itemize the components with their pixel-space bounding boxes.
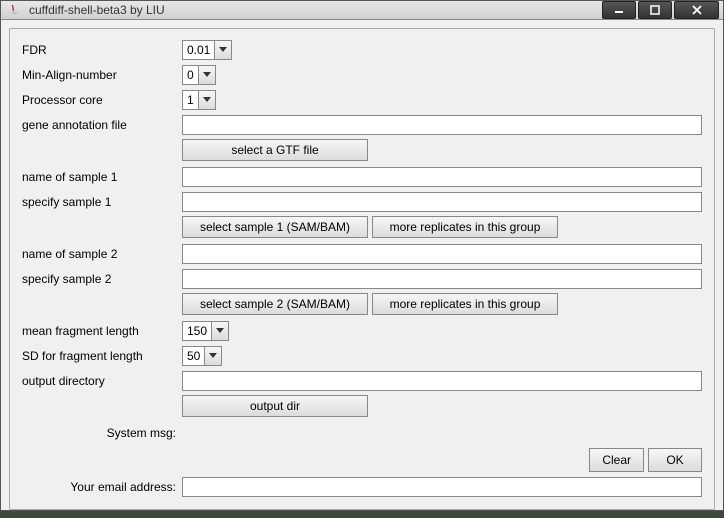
dropdown-icon[interactable] — [211, 321, 229, 341]
dropdown-icon[interactable] — [204, 346, 222, 366]
form-panel: FDR 0.01 Min-Align-number 0 Processor co… — [9, 28, 715, 510]
gtf-input[interactable] — [182, 115, 702, 135]
ok-button[interactable]: OK — [648, 448, 702, 472]
sample1-spec-label: specify sample 1 — [22, 195, 182, 209]
maximize-button[interactable] — [638, 1, 672, 19]
min-align-combo[interactable]: 0 — [182, 65, 216, 85]
dropdown-icon[interactable] — [198, 90, 216, 110]
sample2-name-input[interactable] — [182, 244, 702, 264]
system-msg-label: System msg: — [22, 426, 182, 440]
content-area: FDR 0.01 Min-Align-number 0 Processor co… — [1, 20, 723, 518]
sd-frag-label: SD for fragment length — [22, 349, 182, 363]
sample2-name-label: name of sample 2 — [22, 247, 182, 261]
gtf-label: gene annotation file — [22, 118, 182, 132]
select-gtf-button[interactable]: select a GTF file — [182, 139, 368, 161]
mean-frag-combo[interactable]: 150 — [182, 321, 229, 341]
window-controls — [600, 1, 719, 19]
email-input[interactable] — [182, 477, 702, 497]
close-button[interactable] — [674, 1, 719, 19]
processor-combo[interactable]: 1 — [182, 90, 216, 110]
sample2-spec-label: specify sample 2 — [22, 272, 182, 286]
fdr-combo[interactable]: 0.01 — [182, 40, 232, 60]
more-replicates1-button[interactable]: more replicates in this group — [372, 216, 558, 238]
sample2-spec-input[interactable] — [182, 269, 702, 289]
titlebar[interactable]: cuffdiff-shell-beta3 by LIU — [1, 1, 723, 20]
application-window: cuffdiff-shell-beta3 by LIU FDR 0.01 Min… — [0, 0, 724, 511]
min-align-value: 0 — [182, 65, 198, 85]
sd-frag-combo[interactable]: 50 — [182, 346, 222, 366]
output-dir-button[interactable]: output dir — [182, 395, 368, 417]
select-sample1-button[interactable]: select sample 1 (SAM/BAM) — [182, 216, 368, 238]
mean-frag-value: 150 — [182, 321, 211, 341]
output-dir-label: output directory — [22, 374, 182, 388]
output-dir-input[interactable] — [182, 371, 702, 391]
clear-button[interactable]: Clear — [589, 448, 644, 472]
fdr-value: 0.01 — [182, 40, 214, 60]
more-replicates2-button[interactable]: more replicates in this group — [372, 293, 558, 315]
minimize-button[interactable] — [602, 1, 636, 19]
processor-label: Processor core — [22, 93, 182, 107]
sd-frag-value: 50 — [182, 346, 204, 366]
java-icon — [7, 2, 23, 18]
select-sample2-button[interactable]: select sample 2 (SAM/BAM) — [182, 293, 368, 315]
email-label: Your email address: — [22, 480, 182, 494]
sample1-name-input[interactable] — [182, 167, 702, 187]
mean-frag-label: mean fragment length — [22, 324, 182, 338]
sample1-name-label: name of sample 1 — [22, 170, 182, 184]
min-align-label: Min-Align-number — [22, 68, 182, 82]
dropdown-icon[interactable] — [214, 40, 232, 60]
sample1-spec-input[interactable] — [182, 192, 702, 212]
fdr-label: FDR — [22, 43, 182, 57]
window-title: cuffdiff-shell-beta3 by LIU — [29, 3, 600, 17]
dropdown-icon[interactable] — [198, 65, 216, 85]
processor-value: 1 — [182, 90, 198, 110]
